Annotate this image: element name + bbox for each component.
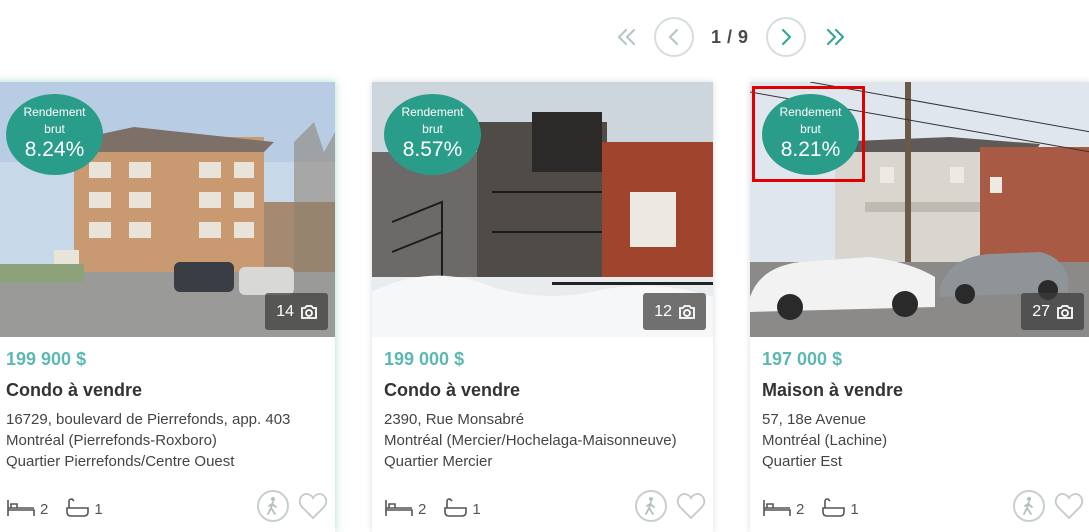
highlight-box [752, 86, 865, 182]
bathtub-icon [822, 498, 846, 517]
listing-neighborhood: Quartier Est [762, 453, 843, 470]
listing-neighborhood: Quartier Mercier [384, 453, 493, 470]
yield-label-line1: Rendement [23, 105, 86, 119]
next-page-button[interactable] [765, 17, 806, 57]
photo-count-button[interactable]: 14 [265, 293, 328, 330]
listing-price: 199 900 $ [6, 349, 87, 369]
heart-icon [298, 492, 328, 520]
heart-icon [1054, 492, 1084, 520]
favorite-button[interactable] [675, 490, 707, 522]
camera-icon [301, 304, 317, 319]
listing-city: Montréal (Pierrefonds-Roxboro) [6, 432, 217, 449]
listing-city: Montréal (Mercier/Hochelaga-Maisonneuve) [384, 432, 677, 449]
page-indicator: 1 / 9 [711, 26, 749, 47]
pedestrian-icon [267, 497, 277, 515]
pedestrian-icon [645, 497, 655, 515]
yield-badge: Rendement brut 8.57% [384, 94, 481, 175]
listing-address: 2390, Rue Monsabré [384, 411, 525, 428]
photo-count: 27 [1032, 302, 1050, 320]
bed-icon [763, 500, 791, 516]
listing-type[interactable]: Condo à vendre [6, 380, 142, 401]
bathroom-count: 1 [472, 501, 481, 518]
listing-price: 199 000 $ [384, 349, 465, 369]
listing-actions [257, 490, 329, 522]
listing-photo[interactable]: Rendement brut 8.24% 14 [0, 82, 335, 337]
previous-page-button[interactable] [654, 17, 694, 57]
yield-label-line1: Rendement [401, 105, 464, 119]
pedestrian-icon [1023, 497, 1033, 515]
chevron-right-icon [781, 28, 791, 46]
photo-count-button[interactable]: 12 [643, 293, 706, 330]
photo-count-button[interactable]: 27 [1021, 293, 1084, 330]
yield-badge: Rendement brut 8.24% [6, 94, 103, 175]
listing-card[interactable]: Rendement brut 8.24% 14 199 900 $ Condo … [0, 82, 335, 532]
bed-icon [385, 500, 413, 516]
listing-neighborhood: Quartier Pierrefonds/Centre Ouest [6, 453, 235, 470]
listing-city: Montréal (Lachine) [762, 432, 888, 449]
bathtub-icon [66, 498, 90, 517]
first-page-button[interactable] [614, 24, 640, 50]
pagination: 1 / 9 [614, 14, 848, 60]
yield-value: 8.24% [24, 138, 85, 161]
chevron-left-icon [668, 28, 679, 46]
bedroom-count: 2 [796, 501, 805, 518]
listing-features: 2 1 [762, 498, 871, 518]
favorite-button[interactable] [1053, 490, 1085, 522]
camera-icon [1057, 304, 1073, 319]
listing-address: 57, 18e Avenue [762, 411, 866, 428]
double-chevron-left-icon [617, 28, 636, 46]
yield-label-line2: brut [422, 122, 443, 136]
photo-count: 14 [276, 302, 294, 320]
walkscore-button[interactable] [1013, 490, 1045, 522]
yield-label-line2: brut [44, 122, 65, 136]
last-page-button[interactable] [822, 24, 848, 50]
camera-icon [679, 304, 695, 319]
walkscore-button[interactable] [635, 490, 667, 522]
listing-price: 197 000 $ [762, 349, 843, 369]
listing-actions [1013, 490, 1085, 522]
bathtub-icon [444, 498, 468, 517]
listing-card[interactable]: Rendement brut 8.57% 12 199 000 $ Condo … [372, 82, 713, 532]
photo-count: 12 [654, 302, 672, 320]
listing-photo[interactable]: Rendement brut 8.57% 12 [372, 82, 713, 337]
double-chevron-right-icon [826, 28, 844, 46]
bathroom-count: 1 [94, 501, 103, 518]
listing-address: 16729, boulevard de Pierrefonds, app. 40… [6, 411, 291, 428]
listing-type[interactable]: Condo à vendre [384, 380, 520, 401]
listing-type[interactable]: Maison à vendre [762, 380, 903, 401]
bed-icon [7, 500, 35, 516]
listing-features: 2 1 [384, 498, 493, 518]
listing-actions [635, 490, 707, 522]
bedroom-count: 2 [418, 501, 427, 518]
walkscore-button[interactable] [257, 490, 289, 522]
bathroom-count: 1 [850, 501, 859, 518]
favorite-button[interactable] [297, 490, 329, 522]
bedroom-count: 2 [40, 501, 49, 518]
yield-value: 8.57% [402, 138, 463, 161]
listing-features: 2 1 [6, 498, 115, 518]
heart-icon [676, 492, 706, 520]
